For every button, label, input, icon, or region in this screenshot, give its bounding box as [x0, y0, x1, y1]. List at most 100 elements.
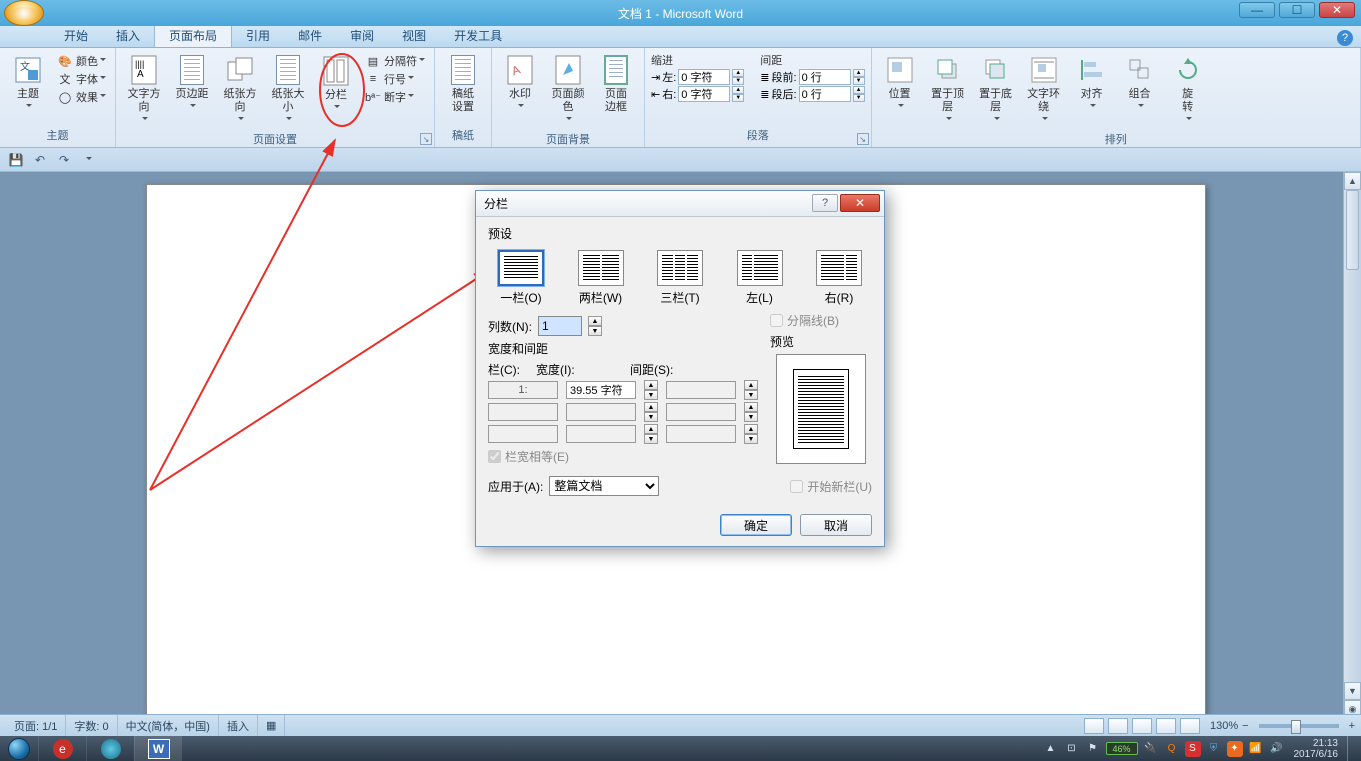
tray-shield-icon[interactable]: ⛨	[1206, 741, 1222, 757]
qat-undo[interactable]: ↶	[30, 150, 50, 170]
page-color-button[interactable]: 页面颜色	[546, 52, 590, 129]
start-new-column-checkbox[interactable]: 开始新栏(U)	[790, 478, 872, 495]
paragraph-launcher[interactable]: ↘	[857, 133, 869, 145]
scroll-down[interactable]: ▼	[1344, 682, 1361, 700]
watermark-button[interactable]: A水印	[498, 52, 542, 116]
align-button[interactable]: 对齐	[1070, 52, 1114, 116]
line-numbers-button[interactable]: ≡行号	[362, 70, 428, 88]
qat-redo[interactable]: ↷	[54, 150, 74, 170]
tray-app-icon[interactable]: ⊡	[1064, 741, 1080, 757]
theme-effects[interactable]: ◯效果	[54, 88, 109, 106]
position-button[interactable]: 位置	[878, 52, 922, 116]
view-draft[interactable]	[1180, 718, 1200, 734]
themes-button[interactable]: 文 主题	[6, 52, 50, 116]
zoom-level[interactable]: 130%	[1210, 720, 1238, 732]
space-before-input[interactable]	[799, 69, 851, 85]
theme-fonts[interactable]: 文字体	[54, 70, 109, 88]
tray-volume-icon[interactable]: 🔊	[1269, 741, 1285, 757]
page-setup-launcher[interactable]: ↘	[420, 133, 432, 145]
tab-mailings[interactable]: 邮件	[284, 24, 336, 47]
dialog-help-button[interactable]: ?	[812, 194, 838, 212]
tab-insert[interactable]: 插入	[102, 24, 154, 47]
office-button[interactable]	[4, 0, 44, 26]
dialog-close-button[interactable]: ✕	[840, 194, 880, 212]
scroll-thumb[interactable]	[1346, 190, 1359, 270]
zoom-in[interactable]: +	[1349, 720, 1355, 732]
bring-front-button[interactable]: 置于顶层	[926, 52, 970, 129]
col-spacing-1[interactable]	[666, 381, 736, 399]
tab-view[interactable]: 视图	[388, 24, 440, 47]
tray-clock[interactable]: 21:132017/6/16	[1290, 738, 1343, 760]
tray-s-icon[interactable]: S	[1185, 741, 1201, 757]
tray-orange-icon[interactable]: ✦	[1227, 741, 1243, 757]
orientation-button[interactable]: 纸张方向	[218, 52, 262, 129]
col-width-1[interactable]	[566, 381, 636, 399]
status-page[interactable]: 页面: 1/1	[6, 715, 66, 736]
view-web-layout[interactable]	[1132, 718, 1152, 734]
group-button[interactable]: 组合	[1118, 52, 1162, 116]
columns-button[interactable]: 分栏	[314, 52, 358, 118]
apply-to-select[interactable]: 整篇文档	[549, 476, 659, 496]
space-before[interactable]: ≣段前:▲▼	[760, 69, 864, 85]
qat-save[interactable]: 💾	[6, 150, 26, 170]
hyphenation-button[interactable]: bª⁻断字	[362, 88, 428, 106]
tab-review[interactable]: 审阅	[336, 24, 388, 47]
send-back-button[interactable]: 置于底层	[974, 52, 1018, 129]
tray-qq-icon[interactable]: Q	[1164, 741, 1180, 757]
indent-right-input[interactable]	[678, 86, 730, 102]
text-wrap-button[interactable]: 文字环绕	[1022, 52, 1066, 129]
tray-flag-icon[interactable]: ⚑	[1085, 741, 1101, 757]
start-button[interactable]	[0, 736, 38, 761]
num-cols-input[interactable]	[538, 316, 582, 336]
preset-one[interactable]: 一栏(O)	[496, 248, 546, 308]
tray-show-hidden[interactable]: ▲	[1043, 741, 1059, 757]
minimize-button[interactable]: —	[1239, 2, 1275, 18]
space-after-input[interactable]	[799, 86, 851, 102]
taskbar-app-2[interactable]	[86, 736, 134, 761]
tab-home[interactable]: 开始	[50, 24, 102, 47]
preset-left[interactable]: 左(L)	[735, 248, 785, 308]
margins-button[interactable]: 页边距	[170, 52, 214, 116]
page-border-button[interactable]: 页面 边框	[594, 52, 638, 116]
tray-power-icon[interactable]: 🔌	[1143, 741, 1159, 757]
text-direction-button[interactable]: ||||A文字方向	[122, 52, 166, 129]
size-button[interactable]: 纸张大小	[266, 52, 310, 129]
zoom-slider[interactable]	[1259, 724, 1339, 728]
theme-colors[interactable]: 🎨颜色	[54, 52, 109, 70]
tab-page-layout[interactable]: 页面布局	[154, 23, 232, 47]
tray-network-icon[interactable]: 📶	[1248, 741, 1264, 757]
equal-width-checkbox[interactable]: 栏宽相等(E)	[488, 448, 758, 465]
status-macro-icon[interactable]: ▦	[258, 715, 285, 736]
cancel-button[interactable]: 取消	[800, 514, 872, 536]
close-button[interactable]: ✕	[1319, 2, 1355, 18]
view-outline[interactable]	[1156, 718, 1176, 734]
view-print-layout[interactable]	[1084, 718, 1104, 734]
scroll-up[interactable]: ▲	[1344, 172, 1361, 190]
tray-battery[interactable]: 46%	[1106, 742, 1138, 755]
preset-right[interactable]: 右(R)	[814, 248, 864, 308]
indent-right[interactable]: ⇤右:▲▼	[651, 86, 744, 102]
tab-developer[interactable]: 开发工具	[440, 24, 516, 47]
ok-button[interactable]: 确定	[720, 514, 792, 536]
tab-references[interactable]: 引用	[232, 24, 284, 47]
line-between-checkbox[interactable]: 分隔线(B)	[770, 312, 872, 329]
maximize-button[interactable]: ☐	[1279, 2, 1315, 18]
view-full-screen[interactable]	[1108, 718, 1128, 734]
status-mode[interactable]: 插入	[219, 715, 258, 736]
taskbar-word[interactable]: W	[134, 736, 182, 761]
preset-two[interactable]: 两栏(W)	[576, 248, 626, 308]
indent-left[interactable]: ⇥左:▲▼	[651, 69, 744, 85]
qat-customize[interactable]	[78, 150, 98, 170]
vertical-scrollbar[interactable]: ▲ ▼ ◉ ▼	[1343, 172, 1361, 736]
taskbar-app-1[interactable]: e	[38, 736, 86, 761]
status-language[interactable]: 中文(简体，中国)	[118, 715, 219, 736]
dialog-titlebar[interactable]: 分栏 ? ✕	[476, 191, 884, 217]
indent-left-input[interactable]	[678, 69, 730, 85]
zoom-out[interactable]: −	[1242, 720, 1248, 732]
manuscript-settings-button[interactable]: 稿纸 设置	[441, 52, 485, 116]
help-icon[interactable]: ?	[1337, 30, 1353, 46]
col-index-1[interactable]	[488, 381, 558, 399]
status-words[interactable]: 字数: 0	[66, 715, 117, 736]
breaks-button[interactable]: ▤分隔符	[362, 52, 428, 70]
preset-three[interactable]: 三栏(T)	[655, 248, 705, 308]
